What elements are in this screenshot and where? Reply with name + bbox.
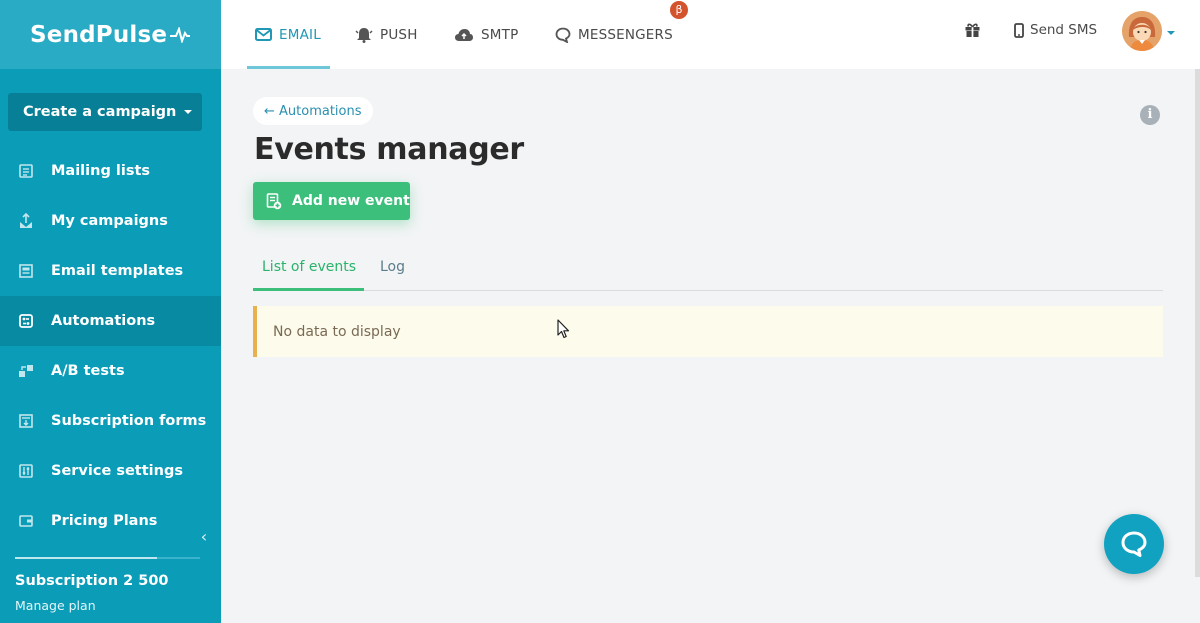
- sidebar-item-automations[interactable]: Automations: [0, 296, 221, 346]
- mailing-lists-icon: [16, 161, 36, 181]
- content-tabs: List of events Log: [252, 244, 1163, 291]
- mouse-cursor-icon: [557, 319, 571, 343]
- no-data-message: No data to display: [273, 323, 401, 340]
- bell-icon: [355, 27, 373, 43]
- info-icon[interactable]: i: [1140, 105, 1160, 125]
- back-to-automations-link[interactable]: ← Automations: [253, 97, 373, 125]
- add-new-event-label: Add new event: [292, 193, 410, 209]
- sidebar-item-label: My campaigns: [51, 213, 168, 229]
- create-campaign-button[interactable]: Create a campaign: [8, 93, 202, 131]
- sidebar-item-label: Service settings: [51, 463, 183, 479]
- cloud-upload-icon: [454, 28, 474, 42]
- sidebar-item-service-settings[interactable]: Service settings: [0, 446, 221, 496]
- templates-icon: [16, 261, 36, 281]
- beta-badge: β: [670, 1, 688, 19]
- live-chat-button[interactable]: [1104, 514, 1164, 574]
- gift-icon[interactable]: [964, 21, 981, 42]
- tab-list-of-events[interactable]: List of events: [252, 244, 365, 291]
- forms-icon: [16, 411, 36, 431]
- chat-bubble-icon: [555, 27, 571, 43]
- add-new-event-button[interactable]: Add new event: [253, 182, 410, 220]
- no-data-notice: No data to display: [253, 306, 1163, 357]
- sidebar-item-label: Pricing Plans: [51, 513, 158, 529]
- sidebar-nav: Mailing lists My campaigns Email templat…: [0, 146, 221, 546]
- chat-bubble-icon: [1121, 531, 1147, 557]
- subscription-usage-bar: [15, 557, 200, 559]
- tab-label: PUSH: [380, 26, 418, 43]
- tab-smtp[interactable]: SMTP: [454, 0, 518, 69]
- pulse-icon: [170, 26, 191, 43]
- subscription-usage-fill: [15, 557, 158, 559]
- sidebar-item-label: A/B tests: [51, 363, 125, 379]
- envelope-icon: [255, 28, 272, 41]
- phone-icon: [1014, 22, 1024, 38]
- page-title: Events manager: [254, 132, 524, 167]
- tab-log[interactable]: Log: [380, 244, 405, 290]
- sidebar-item-label: Email templates: [51, 263, 184, 279]
- caret-down-icon[interactable]: [1167, 31, 1175, 35]
- sidebar-item-ab-tests[interactable]: A/B tests: [0, 346, 221, 396]
- tab-label: MESSENGERS: [578, 26, 673, 43]
- sidebar-item-pricing-plans[interactable]: Pricing Plans: [0, 496, 221, 546]
- sidebar-item-my-campaigns[interactable]: My campaigns: [0, 196, 221, 246]
- caret-down-icon[interactable]: [184, 110, 192, 114]
- send-sms-label: Send SMS: [1030, 22, 1098, 38]
- pricing-icon: [16, 511, 36, 531]
- tab-label: SMTP: [481, 26, 519, 43]
- tab-label: EMAIL: [279, 26, 321, 43]
- automations-icon: [16, 311, 36, 331]
- tab-push[interactable]: PUSH: [355, 0, 418, 69]
- ab-tests-icon: [16, 361, 36, 381]
- sidebar-item-label: Subscription forms: [51, 413, 207, 429]
- sendpulse-logo[interactable]: SendPulse: [30, 21, 191, 48]
- tab-messengers[interactable]: MESSENGERS: [555, 0, 673, 69]
- manage-plan-link[interactable]: Manage plan: [15, 598, 96, 613]
- sidebar-item-subscription-forms[interactable]: Subscription forms: [0, 396, 221, 446]
- avatar[interactable]: [1122, 11, 1162, 51]
- brand-name: SendPulse: [30, 21, 168, 48]
- sidebar-item-mailing-lists[interactable]: Mailing lists: [0, 146, 221, 196]
- subscription-title: Subscription 2 500: [15, 573, 169, 589]
- sidebar-item-label: Mailing lists: [51, 163, 151, 179]
- sidebar: SendPulse Create a campaign Mailing list…: [0, 0, 221, 623]
- top-navigation: EMAIL PUSH SMTP MESSENGERS β Send SMS: [221, 0, 1200, 69]
- logo-bar: SendPulse: [0, 0, 221, 69]
- scrollbar[interactable]: [1195, 69, 1200, 577]
- send-sms-button[interactable]: Send SMS: [1014, 22, 1097, 38]
- settings-icon: [16, 461, 36, 481]
- tab-email[interactable]: EMAIL: [247, 0, 330, 69]
- campaigns-icon: [16, 211, 36, 231]
- create-campaign-label: Create a campaign: [23, 104, 177, 120]
- collapse-sidebar-icon[interactable]: ‹: [196, 527, 212, 547]
- add-event-icon: [266, 192, 282, 209]
- sidebar-item-email-templates[interactable]: Email templates: [0, 246, 221, 296]
- sidebar-item-label: Automations: [51, 313, 156, 329]
